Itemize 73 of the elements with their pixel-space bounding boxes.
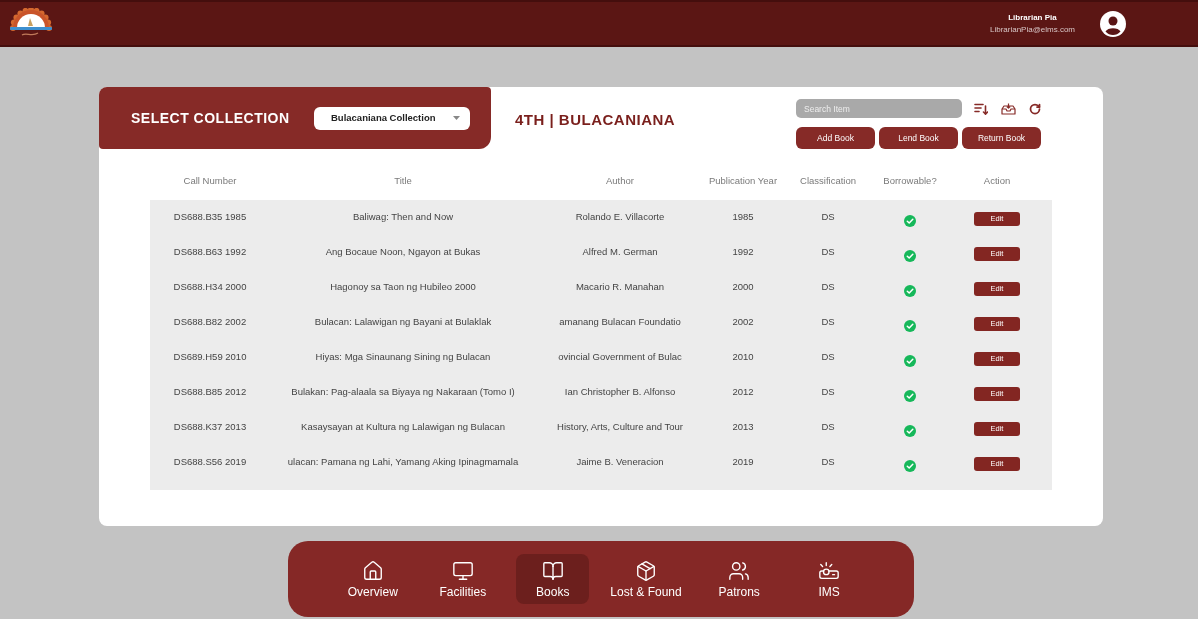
table-cell: DS688.B82 2002 xyxy=(173,315,247,330)
table-cell: Rolando E. Villacorte xyxy=(575,210,665,225)
table-cell: DS xyxy=(821,350,835,365)
table-cell: amanang Bulacan Foundatio xyxy=(559,315,681,330)
table-cell: DS688.H34 2000 xyxy=(173,280,247,295)
table-cell: DS688.B63 1992 xyxy=(173,245,247,260)
table-cell: Ang Bocaue Noon, Ngayon at Bukas xyxy=(325,245,481,260)
table-cell: Jaime B. Veneracion xyxy=(576,455,664,470)
table-cell: ovincial Government of Bulac xyxy=(558,350,682,365)
toolbar-button[interactable]: Return Book xyxy=(962,127,1041,149)
table-cell: DS688.S56 2019 xyxy=(173,455,247,470)
nav-item[interactable]: Overview xyxy=(336,554,410,604)
column-header: Classification xyxy=(800,173,856,188)
column-header: Title xyxy=(394,173,412,188)
nav-item[interactable]: IMS xyxy=(792,554,866,604)
table-cell: 2013 xyxy=(732,420,754,435)
table-cell: DS xyxy=(821,455,835,470)
table-cell: 2010 xyxy=(732,350,754,365)
table-cell: 2012 xyxy=(732,385,754,400)
user-email: LibrarianPia@elms.com xyxy=(989,23,1075,36)
table-cell: DS xyxy=(821,210,835,225)
table-cell: Macario R. Manahan xyxy=(575,280,665,295)
column-header: Borrowable? xyxy=(883,173,937,188)
table-cell: Kasaysayan at Kultura ng Lalawigan ng Bulacan xyxy=(301,420,505,435)
open-book-icon xyxy=(541,559,564,582)
table-cell: DS xyxy=(821,280,835,295)
table-cell: History, Arts, Culture and Tour xyxy=(557,420,683,435)
table-cell: 2002 xyxy=(732,315,754,330)
people-icon xyxy=(728,559,751,582)
collection-dropdown[interactable]: Bulacaniana Collection xyxy=(314,106,470,130)
toolbar-button[interactable]: Lend Book xyxy=(879,127,958,149)
user-avatar-icon[interactable] xyxy=(1100,10,1126,37)
sort-descending-icon[interactable] xyxy=(974,102,988,115)
house-icon xyxy=(361,559,384,582)
table-cell: Ian Christopher B. Alfonso xyxy=(564,385,676,400)
table-cell: Bulacan: Lalawigan ng Bayani at Bulaklak xyxy=(314,315,492,330)
nav-item[interactable]: Patrons xyxy=(702,554,776,604)
table-cell: Baliwag: Then and Now xyxy=(352,210,454,225)
table-cell: Alfred M. German xyxy=(582,245,658,260)
table-cell: DS689.H59 2010 xyxy=(173,350,247,365)
column-header: Author xyxy=(606,173,634,188)
table-cell: DS688.B85 2012 xyxy=(173,385,247,400)
table-cell: DS xyxy=(821,245,835,260)
user-name: Librarian Pia xyxy=(1008,11,1057,24)
table-cell: DS xyxy=(821,385,835,400)
column-header: Action xyxy=(983,173,1011,188)
table-cell: 1985 xyxy=(732,210,754,225)
table-cell: DS xyxy=(821,420,835,435)
table-cell: 2019 xyxy=(732,455,754,470)
table-cell: Bulakan: Pag-alaala sa Biyaya ng Nakaraan (Tomo I) xyxy=(291,385,515,400)
table-cell: Hiyas: Mga Sinaunang Sining ng Bulacan xyxy=(315,350,491,365)
table-cell: DS xyxy=(821,315,835,330)
table-cell: ulacan: Pamana ng Lahi, Yamang Aking Ipinagmamala xyxy=(287,455,519,470)
caret-icon xyxy=(453,116,460,120)
collection-label: SELECT COLLECTION xyxy=(131,108,290,128)
nav-item[interactable]: Books xyxy=(516,554,590,604)
collection-heading: 4TH | BULACANIANA xyxy=(515,110,676,130)
nav-item[interactable]: Lost & Found xyxy=(606,554,686,604)
monitor-icon xyxy=(451,559,474,582)
table-cell: 2000 xyxy=(732,280,754,295)
nav-item[interactable]: Facilities xyxy=(426,554,500,604)
column-header: Publication Year xyxy=(708,173,778,188)
toolbar-button[interactable]: Add Book xyxy=(796,127,875,149)
box-icon xyxy=(635,559,657,582)
refresh-icon[interactable] xyxy=(1029,102,1041,115)
table-cell: Hagonoy sa Taon ng Hubileo 2000 xyxy=(330,280,476,295)
column-header: Call Number xyxy=(183,173,237,188)
table-cell: 1992 xyxy=(732,245,754,260)
search-field[interactable]: Search Item xyxy=(796,99,962,118)
table-cell: DS688.K37 2013 xyxy=(173,420,247,435)
table-cell: DS688.B35 1985 xyxy=(173,210,247,225)
projector-icon xyxy=(818,559,841,582)
tray-arrow-icon[interactable] xyxy=(1001,102,1016,115)
